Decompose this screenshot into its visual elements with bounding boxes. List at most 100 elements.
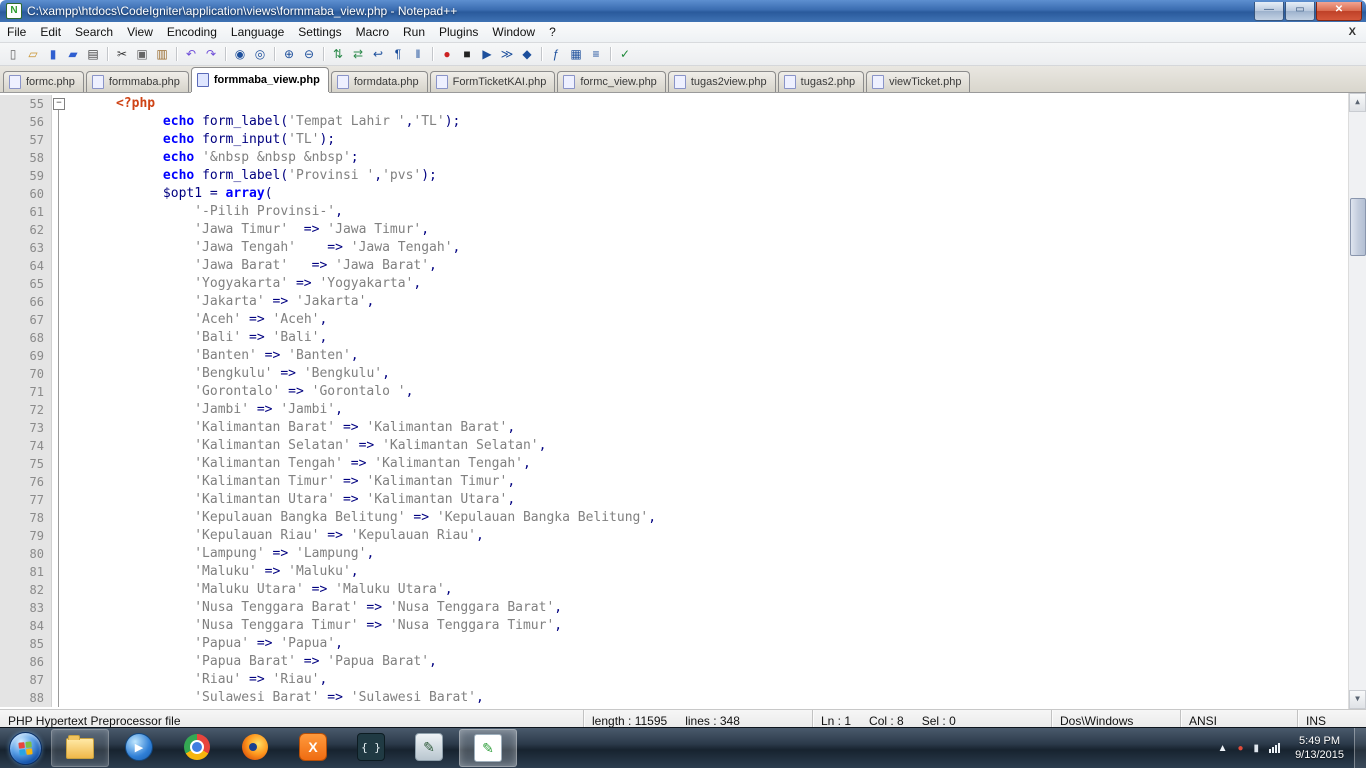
code-text[interactable]: 'Gorontalo' => 'Gorontalo ', xyxy=(66,383,1349,401)
code-editor-taskbar-button[interactable]: { } xyxy=(343,729,399,765)
menu-item-file[interactable]: File xyxy=(0,22,33,42)
line-number[interactable]: 56 xyxy=(0,113,52,131)
tab-viewTicket.php[interactable]: viewTicket.php xyxy=(866,71,971,92)
code-text[interactable]: 'Papua Barat' => 'Papua Barat', xyxy=(66,653,1349,671)
line-number[interactable]: 84 xyxy=(0,617,52,635)
code-text[interactable]: '-Pilih Provinsi-', xyxy=(66,203,1349,221)
menu-item-encoding[interactable]: Encoding xyxy=(160,22,224,42)
document-map-icon[interactable]: ▦ xyxy=(567,45,585,63)
line-number[interactable]: 60 xyxy=(0,185,52,203)
line-number[interactable]: 80 xyxy=(0,545,52,563)
tab-formc.php[interactable]: formc.php xyxy=(3,71,84,92)
cut-icon[interactable]: ✂ xyxy=(113,45,131,63)
maximize-button[interactable]: ▭ xyxy=(1285,1,1315,21)
line-number[interactable]: 77 xyxy=(0,491,52,509)
menu-item-search[interactable]: Search xyxy=(68,22,120,42)
save-macro-icon[interactable]: ◆ xyxy=(518,45,536,63)
play-macro-icon[interactable]: ▶ xyxy=(478,45,496,63)
tab-FormTicketKAI.php[interactable]: FormTicketKAI.php xyxy=(429,71,556,92)
code-text[interactable]: 'Papua' => 'Papua', xyxy=(66,635,1349,653)
taskbar-clock[interactable]: 5:49 PM 9/13/2015 xyxy=(1285,734,1354,762)
run-macro-multiple-icon[interactable]: ≫ xyxy=(498,45,516,63)
code-text[interactable]: echo form_label('Provinsi ','pvs'); xyxy=(66,167,1349,185)
record-macro-icon[interactable]: ● xyxy=(438,45,456,63)
replace-icon[interactable]: ◎ xyxy=(251,45,269,63)
tab-formc_view.php[interactable]: formc_view.php xyxy=(557,71,666,92)
scrollbar-thumb[interactable] xyxy=(1350,198,1366,256)
paste-icon[interactable]: ▥ xyxy=(153,45,171,63)
media-player-taskbar-button[interactable] xyxy=(111,729,167,765)
indent-guide-icon[interactable]: ‖ xyxy=(409,45,427,63)
code-text[interactable]: 'Lampung' => 'Lampung', xyxy=(66,545,1349,563)
line-number[interactable]: 57 xyxy=(0,131,52,149)
code-text[interactable]: 'Nusa Tenggara Timur' => 'Nusa Tenggara … xyxy=(66,617,1349,635)
line-number[interactable]: 58 xyxy=(0,149,52,167)
code-text[interactable]: 'Jambi' => 'Jambi', xyxy=(66,401,1349,419)
line-number[interactable]: 74 xyxy=(0,437,52,455)
code-text[interactable]: echo form_label('Tempat Lahir ','TL'); xyxy=(66,113,1349,131)
scroll-up-arrow-icon[interactable]: ▲ xyxy=(1349,93,1366,112)
undo-icon[interactable]: ↶ xyxy=(182,45,200,63)
start-button[interactable] xyxy=(9,731,42,765)
menu-item-window[interactable]: Window xyxy=(485,22,542,42)
tab-formmaba_view.php[interactable]: formmaba_view.php xyxy=(190,67,329,92)
xampp-taskbar-button[interactable]: X xyxy=(285,729,341,765)
code-text[interactable]: 'Jakarta' => 'Jakarta', xyxy=(66,293,1349,311)
line-number[interactable]: 55 xyxy=(0,95,52,113)
line-number[interactable]: 83 xyxy=(0,599,52,617)
menu-item-edit[interactable]: Edit xyxy=(33,22,68,42)
tab-formmaba.php[interactable]: formmaba.php xyxy=(85,71,189,92)
fold-margin[interactable]: − xyxy=(52,95,66,113)
line-number[interactable]: 67 xyxy=(0,311,52,329)
stop-macro-icon[interactable]: ■ xyxy=(458,45,476,63)
code-text[interactable]: 'Kalimantan Timur' => 'Kalimantan Timur'… xyxy=(66,473,1349,491)
title-bar[interactable]: N C:\xampp\htdocs\CodeIgniter\applicatio… xyxy=(0,0,1366,22)
line-number[interactable]: 65 xyxy=(0,275,52,293)
close-button[interactable]: ✕ xyxy=(1316,1,1362,21)
line-number[interactable]: 86 xyxy=(0,653,52,671)
close-document-button[interactable]: X xyxy=(1339,26,1366,38)
zoom-out-icon[interactable]: ⊖ xyxy=(300,45,318,63)
tab-formdata.php[interactable]: formdata.php xyxy=(330,71,428,92)
code-text[interactable]: 'Yogyakarta' => 'Yogyakarta', xyxy=(66,275,1349,293)
vertical-scrollbar[interactable]: ▲ ▼ xyxy=(1348,93,1366,709)
line-number[interactable]: 61 xyxy=(0,203,52,221)
menu-item-macro[interactable]: Macro xyxy=(349,22,396,42)
tab-tugas2.php[interactable]: tugas2.php xyxy=(777,71,865,92)
minimize-button[interactable]: — xyxy=(1254,1,1284,21)
code-text[interactable]: <?php xyxy=(66,95,1349,113)
device-icon[interactable]: ▮ xyxy=(1254,743,1260,754)
windows-explorer-taskbar-button[interactable] xyxy=(51,729,109,767)
code-text[interactable]: 'Maluku' => 'Maluku', xyxy=(66,563,1349,581)
code-text[interactable]: 'Bali' => 'Bali', xyxy=(66,329,1349,347)
print-icon[interactable]: ▤ xyxy=(84,45,102,63)
menu-item-help[interactable]: ? xyxy=(542,22,563,42)
code-text[interactable]: 'Maluku Utara' => 'Maluku Utara', xyxy=(66,581,1349,599)
line-number[interactable]: 79 xyxy=(0,527,52,545)
show-desktop-button[interactable] xyxy=(1354,728,1366,768)
code-text[interactable]: 'Jawa Timur' => 'Jawa Timur', xyxy=(66,221,1349,239)
line-number[interactable]: 69 xyxy=(0,347,52,365)
menu-item-settings[interactable]: Settings xyxy=(291,22,348,42)
save-all-icon[interactable]: ▰ xyxy=(64,45,82,63)
line-number[interactable]: 63 xyxy=(0,239,52,257)
code-text[interactable]: 'Aceh' => 'Aceh', xyxy=(66,311,1349,329)
line-number[interactable]: 88 xyxy=(0,689,52,707)
line-number[interactable]: 62 xyxy=(0,221,52,239)
line-number[interactable]: 59 xyxy=(0,167,52,185)
line-number[interactable]: 64 xyxy=(0,257,52,275)
scroll-down-arrow-icon[interactable]: ▼ xyxy=(1349,690,1366,709)
code-text[interactable]: 'Nusa Tenggara Barat' => 'Nusa Tenggara … xyxy=(66,599,1349,617)
new-file-icon[interactable]: ▯ xyxy=(4,45,22,63)
line-number[interactable]: 70 xyxy=(0,365,52,383)
word-wrap-icon[interactable]: ↩ xyxy=(369,45,387,63)
line-number[interactable]: 75 xyxy=(0,455,52,473)
sync-horizontal-icon[interactable]: ⇄ xyxy=(349,45,367,63)
open-file-icon[interactable]: ▱ xyxy=(24,45,42,63)
line-number[interactable]: 72 xyxy=(0,401,52,419)
security-alert-icon[interactable]: ● xyxy=(1238,743,1244,754)
line-number[interactable]: 76 xyxy=(0,473,52,491)
function-list-icon[interactable]: ƒ xyxy=(547,45,565,63)
code-text[interactable]: 'Sulawesi Barat' => 'Sulawesi Barat', xyxy=(66,689,1349,707)
line-number[interactable]: 73 xyxy=(0,419,52,437)
